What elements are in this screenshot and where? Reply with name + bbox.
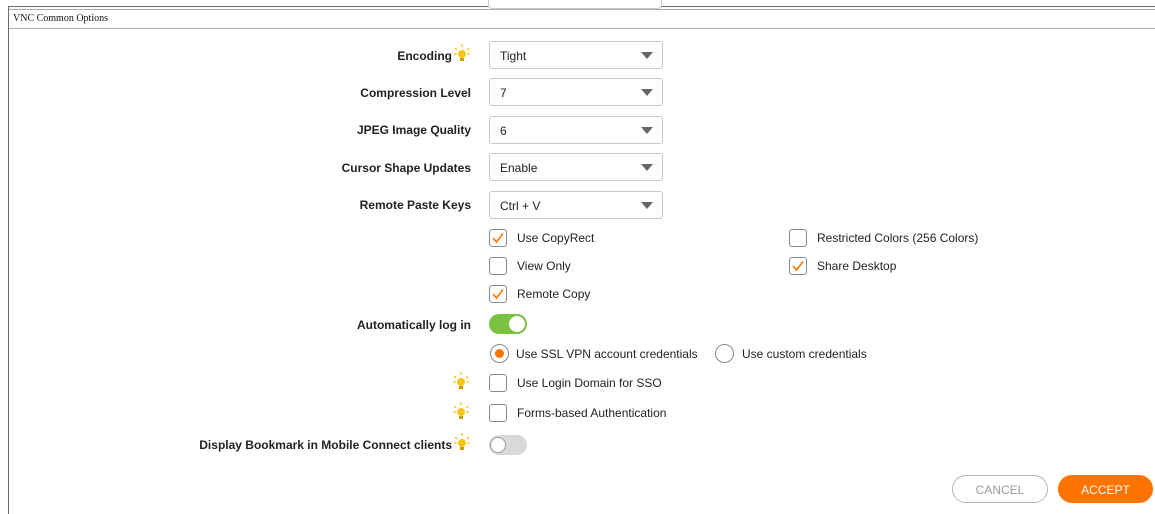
ssl-credentials-label: Use SSL VPN account credentials (516, 347, 698, 361)
remote-paste-select[interactable]: Ctrl + V (489, 191, 663, 219)
jpeg-quality-select[interactable]: 6 (489, 116, 663, 144)
remote-copy-label: Remote Copy (517, 287, 591, 301)
lightbulb-icon[interactable] (453, 372, 469, 390)
remote-paste-value: Ctrl + V (500, 199, 541, 213)
cancel-button[interactable]: CANCEL (952, 475, 1048, 503)
compression-level-value: 7 (500, 86, 507, 100)
compression-level-label: Compression Level (360, 86, 471, 100)
view-only-checkbox[interactable] (489, 257, 507, 275)
remote-copy-checkbox[interactable] (489, 285, 507, 303)
custom-credentials-label: Use custom credentials (742, 347, 867, 361)
custom-credentials-radio[interactable] (715, 344, 734, 363)
auto-login-label: Automatically log in (356, 318, 471, 332)
section-header: VNC Common Options (9, 9, 1155, 29)
encoding-value: Tight (500, 49, 527, 63)
radio-selected-dot (495, 349, 504, 358)
compression-level-select[interactable]: 7 (489, 78, 663, 106)
checkmark-icon (792, 261, 804, 272)
jpeg-quality-label: JPEG Image Quality (356, 123, 471, 137)
lightbulb-icon[interactable] (454, 433, 470, 451)
toggle-knob (490, 437, 506, 453)
previous-field-edge (488, 0, 662, 9)
dropdown-arrow-icon (641, 52, 653, 59)
cursor-shape-value: Enable (500, 161, 538, 175)
checkmark-icon (492, 289, 504, 300)
accept-button[interactable]: ACCEPT (1058, 475, 1153, 503)
remote-paste-label: Remote Paste Keys (359, 198, 471, 212)
forms-auth-checkbox[interactable] (489, 404, 507, 422)
dropdown-arrow-icon (641, 127, 653, 134)
forms-auth-label: Forms-based Authentication (517, 406, 667, 420)
mobile-bookmark-toggle[interactable] (489, 435, 527, 455)
share-desktop-checkbox[interactable] (789, 257, 807, 275)
lightbulb-icon[interactable] (454, 44, 470, 62)
use-copyrect-label: Use CopyRect (517, 231, 595, 245)
auto-login-toggle[interactable] (489, 314, 527, 334)
login-domain-label: Use Login Domain for SSO (517, 376, 662, 390)
share-desktop-label: Share Desktop (817, 259, 897, 273)
mobile-bookmark-label: Display Bookmark in Mobile Connect clien… (199, 438, 452, 452)
checkmark-icon (492, 233, 504, 244)
jpeg-quality-value: 6 (500, 124, 507, 138)
ssl-credentials-radio[interactable] (490, 344, 509, 363)
dropdown-arrow-icon (641, 89, 653, 96)
encoding-label: Encoding (397, 49, 452, 63)
toggle-knob (509, 316, 525, 332)
lightbulb-icon[interactable] (453, 402, 469, 420)
dropdown-arrow-icon (641, 164, 653, 171)
use-copyrect-checkbox[interactable] (489, 229, 507, 247)
restricted-colors-checkbox[interactable] (789, 229, 807, 247)
encoding-select[interactable]: Tight (489, 41, 663, 69)
view-only-label: View Only (517, 259, 571, 273)
cursor-shape-label: Cursor Shape Updates (341, 161, 471, 175)
login-domain-checkbox[interactable] (489, 374, 507, 392)
cursor-shape-select[interactable]: Enable (489, 153, 663, 181)
dropdown-arrow-icon (641, 202, 653, 209)
restricted-colors-label: Restricted Colors (256 Colors) (817, 231, 979, 245)
